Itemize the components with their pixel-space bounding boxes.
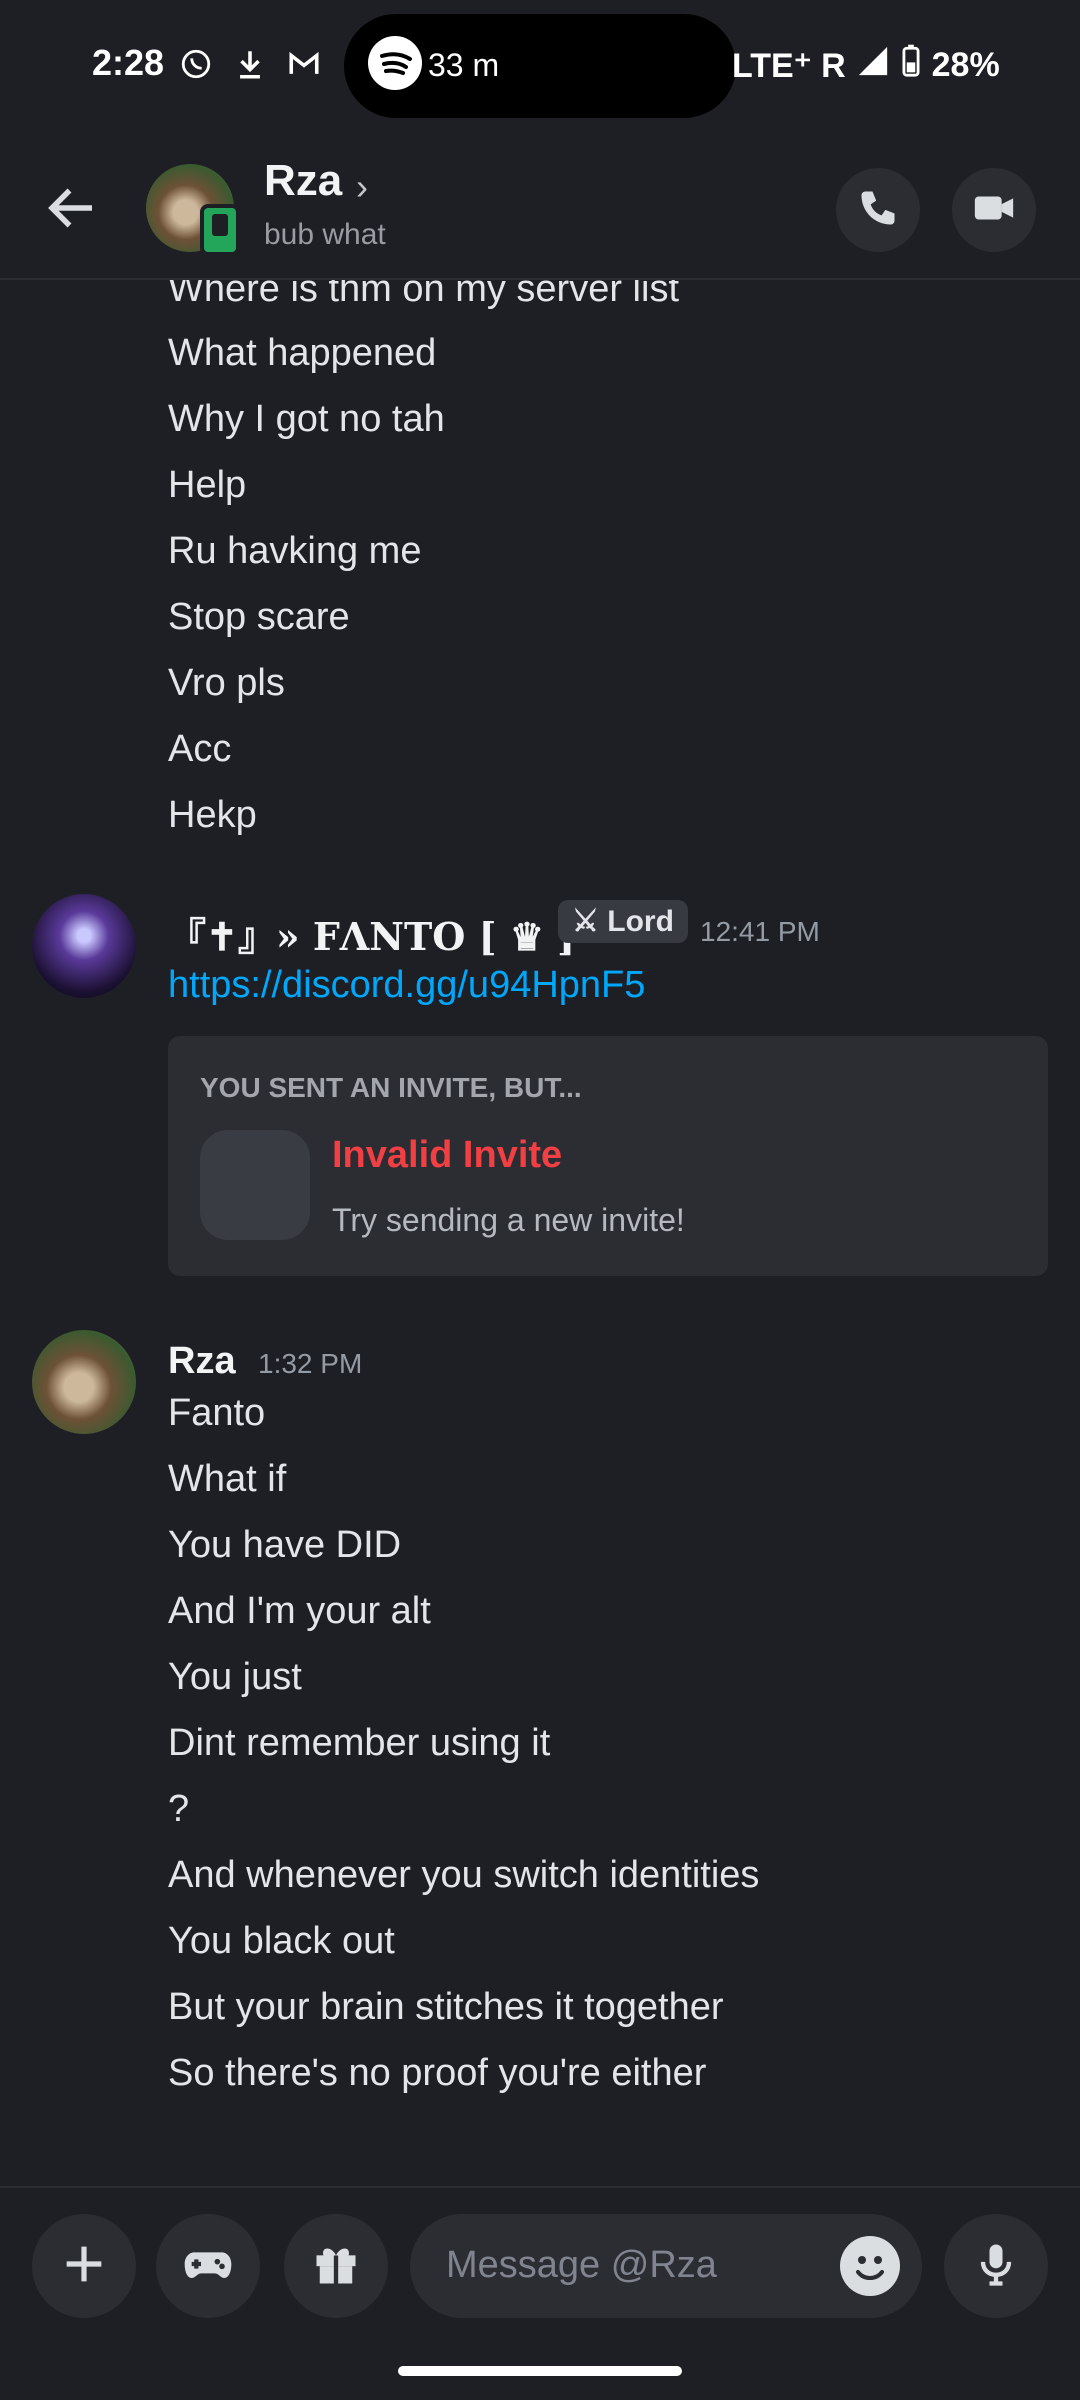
message-line: You black out — [168, 1920, 395, 1962]
message-line: You just — [168, 1656, 302, 1698]
back-arrow-icon[interactable] — [42, 178, 102, 238]
embed-header: YOU SENT AN INVITE, BUT... — [200, 1072, 582, 1103]
message-timestamp: 12:41 PM — [700, 916, 820, 947]
rza-username[interactable]: Rza — [168, 1340, 236, 1383]
header-status: bub what — [264, 218, 386, 251]
status-notification-icons — [176, 44, 324, 84]
message-line: Acc — [168, 728, 232, 770]
plus-icon — [58, 2238, 110, 2295]
message-input[interactable]: Message @Rza — [410, 2214, 922, 2318]
phone-call-icon — [856, 186, 900, 235]
embed-subtitle: Try sending a new invite! — [332, 1202, 685, 1238]
message-line: Vro pls — [168, 662, 285, 704]
voice-call-button[interactable] — [836, 168, 920, 252]
message-line: You have DID — [168, 1524, 402, 1566]
microphone-icon — [970, 2238, 1022, 2295]
gift-icon — [310, 2238, 362, 2295]
fanto-avatar[interactable] — [32, 894, 136, 998]
signal-icon — [856, 44, 890, 87]
role-name: Lord — [607, 905, 674, 938]
header-username[interactable]: Rza — [264, 156, 342, 206]
fanto-username[interactable]: 『✝』» FΛNTO [ ♛ ] — [168, 906, 575, 961]
message-line: What happened — [168, 332, 437, 374]
message-placeholder: Message @Rza — [446, 2244, 717, 2286]
message-line: Dint remember using it — [168, 1722, 551, 1764]
download-icon — [230, 44, 270, 84]
message-line: Stop scare — [168, 596, 350, 638]
spotify-timer: 33 m — [428, 47, 500, 83]
dm-header: Rza › bub what — [0, 130, 1080, 280]
activities-button[interactable] — [156, 2214, 260, 2318]
spotify-icon — [368, 36, 422, 90]
battery-percent: 28% — [931, 46, 1000, 84]
role-badge[interactable]: ⚔ Lord — [558, 900, 688, 943]
server-icon-placeholder — [200, 1130, 310, 1240]
spotify-live-activity[interactable]: 33 m — [344, 14, 736, 118]
status-time: 2:28 — [92, 42, 165, 83]
chevron-right-icon[interactable]: › — [356, 166, 368, 208]
message-composer: Message @Rza — [0, 2186, 1080, 2348]
message-line: And I'm your alt — [168, 1590, 431, 1632]
gmail-icon — [284, 44, 324, 84]
whatsapp-icon — [176, 44, 216, 84]
video-call-button[interactable] — [952, 168, 1036, 252]
message-line: ? — [168, 1788, 190, 1830]
message-line: What if — [168, 1458, 287, 1500]
mobile-status-icon — [200, 204, 240, 256]
emoji-icon[interactable] — [840, 2236, 900, 2296]
add-attachment-button[interactable] — [32, 2214, 136, 2318]
message-line: Where is thm on my server list — [168, 280, 679, 310]
sword-icon: ⚔ — [572, 905, 599, 938]
message-line: But your brain stitches it together — [168, 1986, 724, 2028]
network-label: LTE⁺ R — [732, 46, 846, 85]
message-line: Hekp — [168, 794, 257, 836]
status-bar: 2:28 33 m LTE⁺ R 28% — [0, 0, 1080, 130]
invite-embed[interactable]: YOU SENT AN INVITE, BUT... Invalid Invit… — [168, 1036, 1048, 1276]
message-timestamp: 1:32 PM — [258, 1348, 363, 1379]
message-line: Why I got no tah — [168, 398, 445, 440]
message-line: And whenever you switch identities — [168, 1854, 760, 1896]
voice-message-button[interactable] — [944, 2214, 1048, 2318]
message-line: Help — [168, 464, 247, 506]
message-line: So there's no proof you're either — [168, 2052, 707, 2094]
rza-avatar[interactable] — [32, 1330, 136, 1434]
video-camera-icon — [971, 185, 1017, 236]
gift-button[interactable] — [284, 2214, 388, 2318]
battery-icon — [900, 44, 922, 87]
home-indicator[interactable] — [398, 2366, 682, 2376]
embed-title: Invalid Invite — [332, 1134, 563, 1176]
gamepad-icon — [180, 2236, 236, 2297]
status-right: LTE⁺ R 28% — [732, 44, 1000, 87]
invite-link[interactable]: https://discord.gg/u94HpnF5 — [168, 964, 645, 1007]
message-line: Ru havking me — [168, 530, 422, 572]
message-list[interactable]: Where is thm on my server list What happ… — [0, 280, 1080, 2180]
message-line: Fanto — [168, 1392, 266, 1434]
